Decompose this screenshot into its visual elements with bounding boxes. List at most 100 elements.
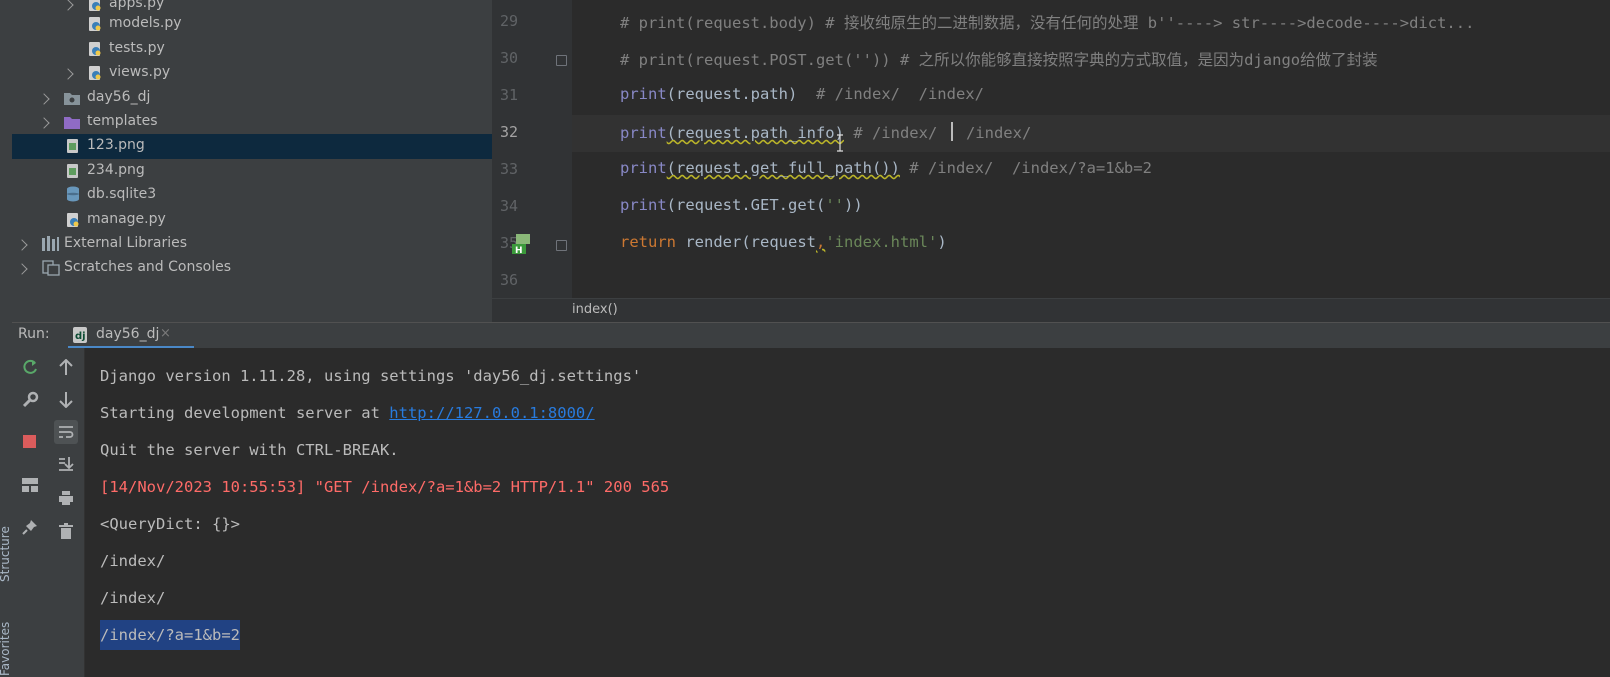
console-line-django-version: Django version 1.11.28, using settings '… <box>100 367 642 385</box>
python-file-icon <box>88 0 102 12</box>
tree-item-123-png[interactable]: 123.png <box>12 134 492 159</box>
code-comment: # /index/ /index/?a=1&b=2 <box>899 159 1152 177</box>
html-template-gutter-icon[interactable]: H <box>512 232 536 260</box>
return-keyword: return <box>620 233 676 251</box>
scratches-icon <box>42 260 60 276</box>
python-file-icon <box>88 41 102 57</box>
tree-item-templates[interactable]: templates <box>12 110 492 135</box>
tree-item-label: 234.png <box>87 162 145 178</box>
image-file-icon <box>66 138 80 154</box>
tree-item-label: tests.py <box>109 40 165 56</box>
line-number: 31 <box>499 86 518 104</box>
chevron-right-icon[interactable] <box>38 117 50 129</box>
line-number: 29 <box>499 12 518 30</box>
tree-item-label: models.py <box>109 15 182 31</box>
image-file-icon <box>66 163 80 179</box>
code-string: '' <box>825 196 844 214</box>
text-caret <box>950 122 953 141</box>
svg-text:dj: dj <box>75 331 86 342</box>
run-tab-day56-dj[interactable]: dj day56_dj × <box>68 323 194 349</box>
chevron-right-icon[interactable] <box>38 93 50 105</box>
code-comma: , <box>815 233 826 251</box>
console-line-path-info: /index/ <box>100 589 166 607</box>
tree-item-models-py[interactable]: models.py <box>12 12 492 37</box>
arrow-up-icon[interactable] <box>54 355 78 379</box>
console-line-request-log: [14/Nov/2023 10:55:53] "GET /index/?a=1&… <box>100 478 670 496</box>
tree-item-scratches[interactable]: Scratches and Consoles <box>12 256 492 281</box>
code-line-33: print(request.get_full_path()) # /index/… <box>620 159 1152 177</box>
tree-item-label: apps.py <box>109 0 165 11</box>
code-text: )) <box>843 196 863 214</box>
print-icon[interactable] <box>54 486 78 510</box>
code-text: (request.path) <box>666 85 798 103</box>
tree-item-label: External Libraries <box>64 235 187 251</box>
templates-folder-icon <box>64 115 80 131</box>
run-panel-header: Run: dj day56_dj × <box>12 322 1610 349</box>
print-keyword: print <box>620 124 667 142</box>
python-file-icon <box>66 212 80 228</box>
arrow-down-icon[interactable] <box>54 388 78 412</box>
print-keyword: print <box>620 159 667 177</box>
console-line-querydict: <QueryDict: {}> <box>100 515 240 533</box>
server-url-link[interactable]: http://127.0.0.1:8000/ <box>389 404 594 422</box>
database-icon <box>66 186 80 202</box>
trash-icon[interactable] <box>54 519 78 543</box>
line-number: 36 <box>499 271 518 289</box>
tree-item-views-py[interactable]: views.py <box>12 61 492 86</box>
run-toolbar-primary <box>12 348 48 677</box>
code-text: render(request <box>676 233 816 251</box>
run-panel-title: Run: <box>18 326 50 342</box>
django-icon: dj <box>73 327 89 347</box>
console-line-quit: Quit the server with CTRL-BREAK. <box>100 441 399 459</box>
fold-marker-icon[interactable] <box>556 55 567 66</box>
chevron-right-icon[interactable] <box>62 0 74 11</box>
editor-breadcrumb: index() <box>492 298 1610 323</box>
line-number-current: 32 <box>499 123 518 141</box>
selected-text: /index/?a=1&b=2 <box>100 620 240 650</box>
python-file-icon <box>88 16 102 32</box>
code-comment: /index/ <box>956 124 1032 142</box>
wrench-settings-icon[interactable] <box>18 388 42 412</box>
code-line-34: print(request.GET.get('')) <box>620 196 863 214</box>
code-editor[interactable]: 29 30 31 32 33 34 35 36 H # print(reques… <box>492 0 1610 298</box>
stop-icon[interactable] <box>18 430 42 454</box>
chevron-right-icon[interactable] <box>62 68 74 80</box>
code-line-30: # print(request.POST.get('')) # 之所以你能够直接… <box>620 51 1378 69</box>
code-text: (request.path_info) <box>666 124 844 142</box>
run-console-output[interactable]: Django version 1.11.28, using settings '… <box>85 348 1610 677</box>
pin-tab-icon[interactable] <box>18 515 42 539</box>
libraries-icon <box>42 236 59 252</box>
print-keyword: print <box>620 85 667 103</box>
code-line-32: print(request.path_info) # /index/ /inde… <box>620 122 1031 142</box>
tree-item-manage-py[interactable]: manage.py <box>12 208 492 233</box>
close-tab-icon[interactable]: × <box>160 326 171 341</box>
console-line-starting-server: Starting development server at http://12… <box>100 404 595 422</box>
package-folder-icon <box>64 91 80 107</box>
chevron-right-icon[interactable] <box>16 239 28 251</box>
tree-item-db-sqlite3[interactable]: db.sqlite3 <box>12 183 492 208</box>
tree-item-day56-dj[interactable]: day56_dj <box>12 86 492 111</box>
line-number: 33 <box>499 160 518 178</box>
breadcrumb-function[interactable]: index() <box>572 302 618 317</box>
code-text: ) <box>937 233 947 251</box>
code-text: (request.GET.get( <box>666 196 826 214</box>
structure-tab[interactable]: Structure <box>0 526 12 582</box>
tree-item-tests-py[interactable]: tests.py <box>12 37 492 62</box>
tree-item-label: db.sqlite3 <box>87 186 157 202</box>
tree-item-external-libraries[interactable]: External Libraries <box>12 232 492 257</box>
layout-icon[interactable] <box>18 473 42 497</box>
line-number: 30 <box>499 49 518 67</box>
scroll-to-end-icon[interactable] <box>54 452 78 476</box>
print-keyword: print <box>620 196 667 214</box>
code-line-31: print(request.path) # /index/ /index/ <box>620 85 984 103</box>
favorites-tab[interactable]: Favorites <box>0 622 12 676</box>
tree-item-label: templates <box>87 113 158 129</box>
run-tab-label: day56_dj <box>96 326 160 342</box>
chevron-right-icon[interactable] <box>16 263 28 275</box>
fold-marker-icon[interactable] <box>556 240 567 251</box>
code-text: (request.get_full_path()) <box>666 159 900 177</box>
console-line-full-path: /index/?a=1&b=2 <box>100 620 240 650</box>
rerun-icon[interactable] <box>18 355 42 379</box>
tree-item-234-png[interactable]: 234.png <box>12 159 492 184</box>
soft-wrap-icon[interactable] <box>54 420 78 444</box>
